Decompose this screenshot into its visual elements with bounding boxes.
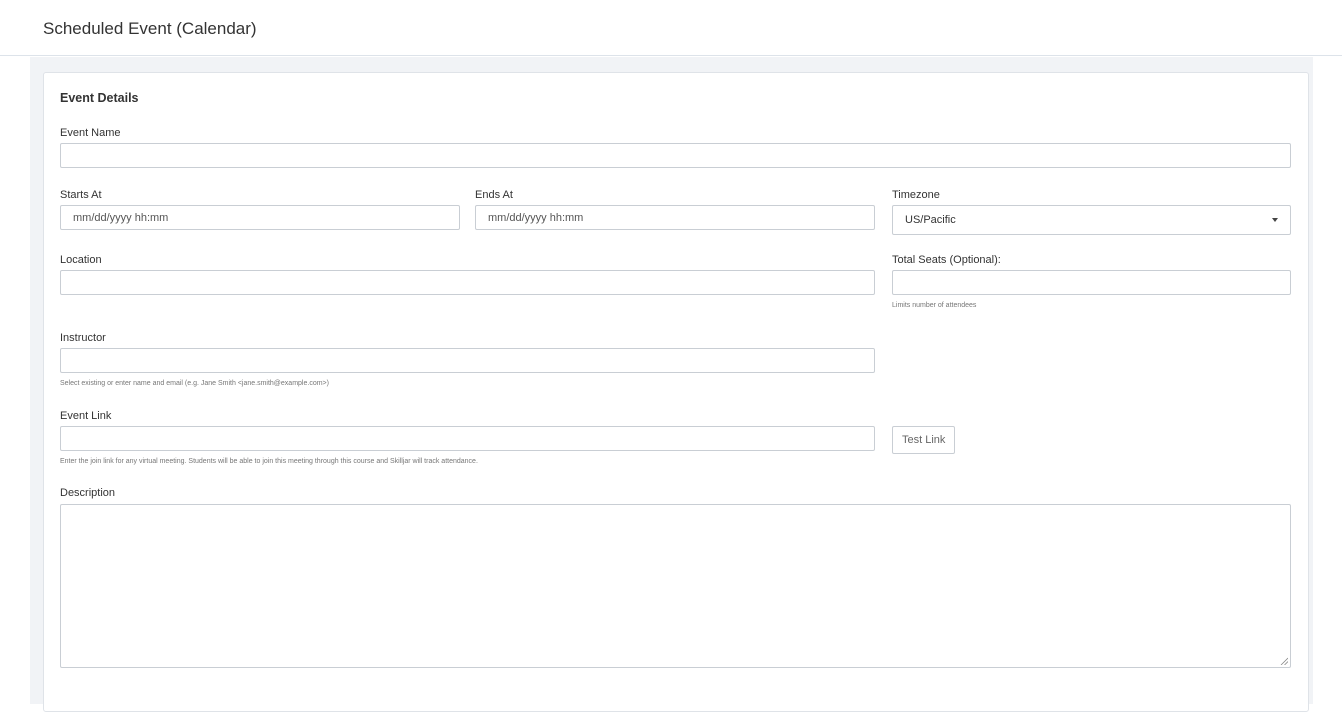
caret-down-icon bbox=[1272, 218, 1278, 222]
event-name-label: Event Name bbox=[60, 127, 121, 139]
location-input[interactable] bbox=[60, 270, 875, 295]
description-textarea[interactable] bbox=[60, 504, 1291, 668]
total-seats-help: Limits number of attendees bbox=[892, 302, 977, 309]
event-link-help: Enter the join link for any virtual meet… bbox=[60, 458, 478, 465]
resize-grip-icon[interactable] bbox=[1280, 657, 1288, 665]
page-header: Scheduled Event (Calendar) bbox=[0, 0, 1342, 56]
timezone-value: US/Pacific bbox=[905, 214, 956, 226]
instructor-label: Instructor bbox=[60, 332, 106, 344]
location-label: Location bbox=[60, 254, 102, 266]
total-seats-label: Total Seats (Optional): bbox=[892, 254, 1001, 266]
total-seats-input[interactable] bbox=[892, 270, 1291, 295]
event-link-input[interactable] bbox=[60, 426, 875, 451]
ends-at-label: Ends At bbox=[475, 189, 513, 201]
event-link-label: Event Link bbox=[60, 410, 112, 422]
timezone-label: Timezone bbox=[892, 189, 940, 201]
page-title: Scheduled Event (Calendar) bbox=[43, 19, 257, 38]
test-link-button[interactable]: Test Link bbox=[892, 426, 956, 454]
instructor-help: Select existing or enter name and email … bbox=[60, 380, 329, 387]
event-name-input[interactable] bbox=[60, 143, 1291, 168]
starts-at-input[interactable] bbox=[60, 205, 460, 230]
starts-at-label: Starts At bbox=[60, 189, 102, 201]
section-title: Event Details bbox=[60, 91, 139, 105]
timezone-select[interactable]: US/Pacific bbox=[892, 205, 1291, 235]
ends-at-input[interactable] bbox=[475, 205, 875, 230]
description-label: Description bbox=[60, 487, 116, 499]
instructor-input[interactable] bbox=[60, 348, 875, 373]
